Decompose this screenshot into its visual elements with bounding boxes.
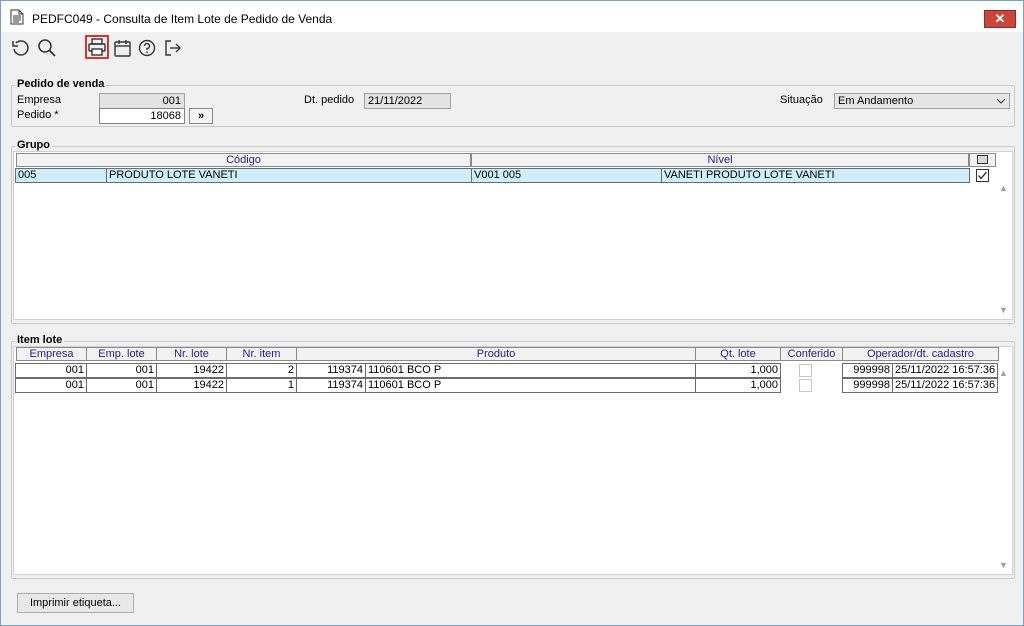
scroll-up-icon[interactable]: ▲ <box>999 184 1008 193</box>
cell-empresa: 001 <box>15 378 87 393</box>
print-icon[interactable] <box>85 35 109 59</box>
situacao-value: Em Andamento <box>838 95 914 107</box>
chevron-down-icon <box>995 95 1007 107</box>
cell-nr-item: 2 <box>226 363 297 378</box>
document-icon <box>10 9 24 25</box>
window-title: PEDFC049 - Consulta de Item Lote de Pedi… <box>32 12 333 26</box>
cell-empresa: 001 <box>15 363 87 378</box>
refresh-icon[interactable] <box>10 37 32 59</box>
header-conferido[interactable]: Conferido <box>780 347 843 361</box>
grupo-cell-nivel-desc: VANETI PRODUTO LOTE VANETI <box>661 168 970 183</box>
grupo-header-select[interactable] <box>969 153 996 167</box>
grupo-header-nivel[interactable]: Nível <box>471 153 969 167</box>
scroll-down-icon[interactable]: ▼ <box>999 306 1008 315</box>
cell-dt-cadastro: 25/11/2022 16:57:36 <box>892 378 998 393</box>
imprimir-etiqueta-button[interactable]: Imprimir etiqueta... <box>17 593 134 613</box>
close-button[interactable]: ✕ <box>984 10 1016 28</box>
cell-qt-lote: 1,000 <box>695 363 781 378</box>
header-empresa[interactable]: Empresa <box>16 347 87 361</box>
dt-pedido-label: Dt. pedido <box>304 94 355 106</box>
header-operador[interactable]: Operador/dt. cadastro <box>842 347 999 361</box>
search-icon[interactable] <box>36 37 58 59</box>
situacao-select[interactable]: Em Andamento <box>834 93 1010 109</box>
item-lote-grid: Empresa Emp. lote Nr. lote Nr. item Prod… <box>13 346 1013 575</box>
scroll-up-icon[interactable]: ▲ <box>999 369 1008 378</box>
conferido-checkbox <box>799 364 812 377</box>
grupo-cell-cod: 005 <box>15 168 107 183</box>
dt-pedido-field: 21/11/2022 <box>364 93 451 109</box>
situacao-label: Situação <box>780 94 823 106</box>
conferido-checkbox <box>799 379 812 392</box>
cell-prod-desc: 110601 BCO P <box>365 363 696 378</box>
header-nr-item[interactable]: Nr. item <box>226 347 297 361</box>
cell-nr-lote: 19422 <box>156 363 227 378</box>
title-bar: PEDFC049 - Consulta de Item Lote de Pedi… <box>1 1 1023 32</box>
cell-emp-lote: 001 <box>86 378 157 393</box>
cell-prod-cod: 119374 <box>296 363 366 378</box>
cell-nr-item: 1 <box>226 378 297 393</box>
grupo-grid: Código Nível 005 PRODUTO LOTE VANETI V00… <box>13 151 1013 320</box>
cell-operador: 999998 <box>842 363 893 378</box>
toolbar <box>1 32 1023 62</box>
empresa-field: 001 <box>99 93 185 109</box>
header-nr-lote[interactable]: Nr. lote <box>156 347 227 361</box>
grupo-legend: Grupo <box>15 139 52 151</box>
cell-prod-desc: 110601 BCO P <box>365 378 696 393</box>
cell-qt-lote: 1,000 <box>695 378 781 393</box>
scroll-down-icon[interactable]: ▼ <box>999 561 1008 570</box>
empresa-label: Empresa <box>17 94 62 106</box>
pedido-venda-legend: Pedido de venda <box>15 78 107 90</box>
cell-prod-cod: 119374 <box>296 378 366 393</box>
pedido-label: Pedido * <box>17 109 59 121</box>
grupo-cell-nivel-cod: V001 005 <box>471 168 662 183</box>
item-lote-legend: Item lote <box>15 334 65 346</box>
cell-nr-lote: 19422 <box>156 378 227 393</box>
app-window: PEDFC049 - Consulta de Item Lote de Pedi… <box>0 0 1024 626</box>
grupo-header-codigo[interactable]: Código <box>16 153 471 167</box>
cell-operador: 999998 <box>842 378 893 393</box>
exit-icon[interactable] <box>162 37 184 59</box>
header-produto[interactable]: Produto <box>296 347 696 361</box>
calendar-icon[interactable] <box>112 37 134 59</box>
header-qt-lote[interactable]: Qt. lote <box>695 347 781 361</box>
cell-dt-cadastro: 25/11/2022 16:57:36 <box>892 363 998 378</box>
cell-emp-lote: 001 <box>86 363 157 378</box>
help-icon[interactable] <box>137 37 159 59</box>
grupo-cell-desc: PRODUTO LOTE VANETI <box>106 168 472 183</box>
pedido-field[interactable]: 18068 <box>99 108 185 124</box>
header-emp-lote[interactable]: Emp. lote <box>86 347 157 361</box>
select-all-icon <box>977 155 988 164</box>
grupo-row-checkbox[interactable] <box>976 169 989 182</box>
goto-pedido-button[interactable]: » <box>189 108 213 124</box>
